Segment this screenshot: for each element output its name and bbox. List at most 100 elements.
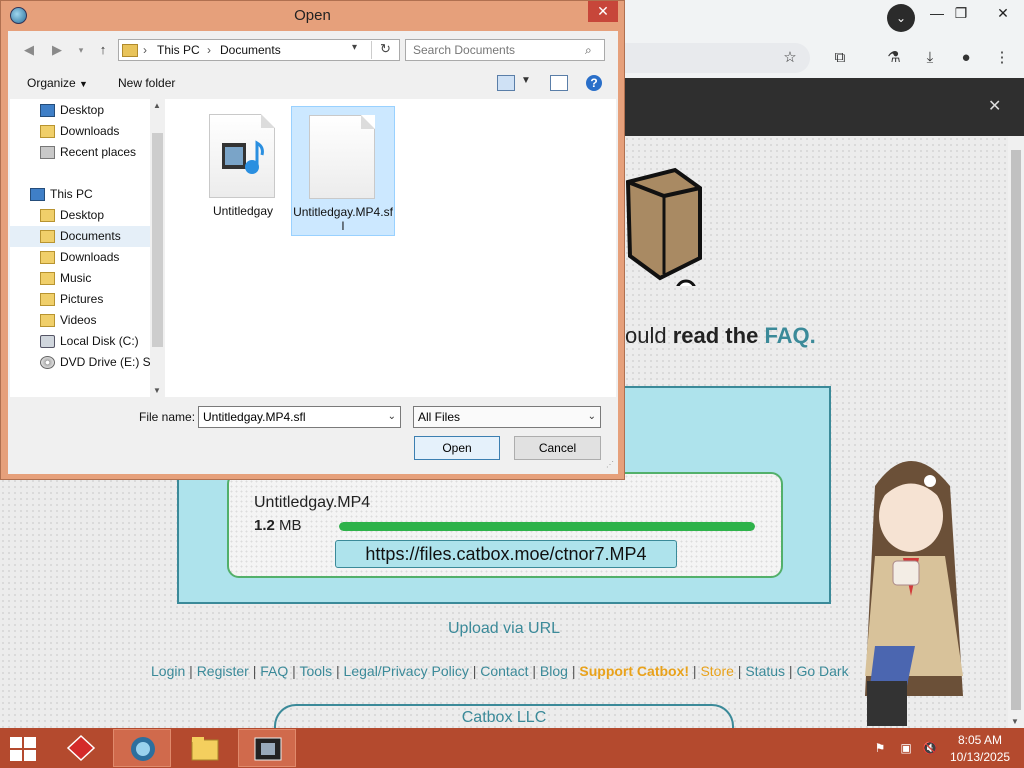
file-item-selected[interactable]: Untitledgay.MP4.sfl <box>291 106 395 236</box>
labs-flask-icon[interactable]: ⚗ <box>883 47 905 69</box>
dialog-footer: File name: Untitledgay.MP4.sfl ⌄ All File… <box>8 397 618 474</box>
forward-arrow-icon[interactable]: ▶ <box>46 40 68 60</box>
link-separator: | <box>468 663 481 679</box>
footer-link[interactable]: Contact <box>480 663 528 679</box>
nav-item[interactable]: Music <box>10 268 150 289</box>
nav-item-label: Recent places <box>60 145 137 159</box>
upload-progress-bar <box>339 522 755 531</box>
page-scrollbar[interactable]: ▼ <box>1008 136 1024 728</box>
footer-link[interactable]: FAQ <box>260 663 288 679</box>
breadcrumb-this-pc[interactable]: This PC <box>157 43 200 57</box>
up-arrow-icon[interactable]: ↑ <box>92 40 114 60</box>
file-name-label: Untitledgay.MP4.sfl <box>293 205 393 233</box>
nav-item[interactable]: Desktop <box>10 100 150 121</box>
window-close-button[interactable]: ✕ <box>988 3 1018 23</box>
search-input[interactable]: Search Documents <box>405 39 605 61</box>
recent-locations-chevron-icon[interactable]: ▾ <box>70 40 92 60</box>
footer-link[interactable]: Login <box>151 663 185 679</box>
scroll-down-arrow-icon[interactable]: ▼ <box>153 386 161 395</box>
taskbar-video-button[interactable] <box>238 729 296 767</box>
new-folder-button[interactable]: New folder <box>118 76 175 90</box>
breadcrumb-separator-icon: › <box>143 43 147 57</box>
file-explorer-icon <box>191 737 219 761</box>
anime-mascot-image <box>865 461 963 726</box>
footer-link[interactable]: Legal/Privacy Policy <box>344 663 469 679</box>
file-name-value: Untitledgay.MP4.sfl <box>203 410 306 424</box>
download-icon[interactable]: ⤓ <box>919 47 941 69</box>
blank-file-icon <box>309 115 375 199</box>
nav-item[interactable]: This PC <box>10 184 150 205</box>
volume-muted-icon[interactable]: 🔇 <box>922 740 938 756</box>
footer-link[interactable]: Tools <box>299 663 332 679</box>
nav-item[interactable]: Downloads <box>10 247 150 268</box>
link-separator: | <box>733 663 746 679</box>
breadcrumb-documents[interactable]: Documents <box>220 43 281 57</box>
nav-item[interactable]: Local Disk (C:) <box>10 331 150 352</box>
clock-time[interactable]: 8:05 AM <box>950 733 1010 747</box>
uploaded-file-url[interactable]: https://files.catbox.moe/ctnor7.MP4 <box>335 540 677 568</box>
cancel-button[interactable]: Cancel <box>514 436 601 460</box>
nav-item[interactable]: Pictures <box>10 289 150 310</box>
address-dropdown-icon[interactable]: ▾ <box>352 42 357 53</box>
footer-link[interactable]: Go Dark <box>796 663 848 679</box>
menu-kebab-icon[interactable]: ⋮ <box>991 47 1013 69</box>
refresh-icon[interactable]: ↻ <box>371 41 399 59</box>
footer-link[interactable]: Support Catbox! <box>579 663 689 679</box>
upload-via-url-link[interactable]: Upload via URL <box>448 620 560 638</box>
computer-icon <box>30 188 45 201</box>
footer-link[interactable]: Store <box>700 663 733 679</box>
navigation-scrollbar[interactable]: ▲ ▼ <box>150 99 164 397</box>
video-app-icon <box>254 737 282 761</box>
scroll-up-arrow-icon[interactable]: ▲ <box>153 101 161 110</box>
chevron-down-icon[interactable]: ⌄ <box>588 407 596 427</box>
start-icon[interactable] <box>8 736 38 762</box>
nav-item[interactable]: Recent places <box>10 142 150 163</box>
file-type-select[interactable]: All Files ⌄ <box>413 406 601 428</box>
organize-menu-button[interactable]: Organize ▼ <box>27 76 88 90</box>
nav-item[interactable]: Videos <box>10 310 150 331</box>
taskbar-explorer-button[interactable] <box>176 729 234 767</box>
breadcrumb-separator-icon: › <box>207 43 211 57</box>
extensions-icon[interactable]: ⧉ <box>829 47 851 69</box>
open-button[interactable]: Open <box>414 436 500 460</box>
clock-date[interactable]: 10/13/2025 <box>950 750 1010 764</box>
file-type-value: All Files <box>418 410 461 424</box>
scroll-down-arrow-icon[interactable]: ▼ <box>1011 717 1019 726</box>
action-center-flag-icon[interactable]: ⚑ <box>872 740 888 756</box>
taskbar-browser-button[interactable] <box>113 729 171 767</box>
preview-pane-icon[interactable] <box>550 75 568 91</box>
tab-search-button[interactable]: ⌄ <box>887 4 915 32</box>
restore-button[interactable]: ❐ <box>946 3 976 23</box>
close-icon[interactable]: ✕ <box>988 96 1001 116</box>
scrollbar-thumb[interactable] <box>1011 150 1021 710</box>
open-file-dialog: Open ✕ ◀ ▶ ▾ ↑ › This PC › Documents ▾ ↻… <box>0 0 625 480</box>
footer-link[interactable]: Status <box>745 663 785 679</box>
chevron-down-icon[interactable]: ⌄ <box>388 407 396 427</box>
bookmark-star-icon[interactable]: ☆ <box>779 47 801 69</box>
file-item[interactable]: Untitledgay <box>192 106 296 236</box>
search-icon[interactable]: ⌕ <box>585 43 612 58</box>
profile-icon[interactable]: ● <box>955 47 977 69</box>
footer-link[interactable]: Blog <box>540 663 568 679</box>
nav-item[interactable]: Downloads <box>10 121 150 142</box>
taskbar-app-button[interactable] <box>52 729 110 767</box>
nav-item[interactable]: Documents <box>10 226 150 247</box>
link-separator: | <box>332 663 344 679</box>
help-icon[interactable]: ? <box>586 75 602 91</box>
dialog-close-button[interactable]: ✕ <box>588 1 618 22</box>
footer-link[interactable]: Register <box>197 663 249 679</box>
nav-item-label: Music <box>60 271 92 285</box>
view-options-dropdown-icon[interactable]: ▼ <box>517 75 535 91</box>
faq-link[interactable]: FAQ. <box>764 323 815 348</box>
change-view-icon[interactable] <box>497 75 515 91</box>
nav-item[interactable]: DVD Drive (E:) So <box>10 352 157 373</box>
back-arrow-icon[interactable]: ◀ <box>18 40 40 60</box>
company-name: Catbox LLC <box>274 704 734 728</box>
resize-grip-icon[interactable]: ⋰ <box>606 460 614 469</box>
link-separator: | <box>785 663 797 679</box>
address-breadcrumb[interactable]: › This PC › Documents ▾ ↻ <box>118 39 400 61</box>
nav-item[interactable]: Desktop <box>10 205 150 226</box>
scrollbar-thumb[interactable] <box>152 133 163 347</box>
network-icon[interactable]: ▣ <box>898 740 914 756</box>
file-name-input[interactable]: Untitledgay.MP4.sfl ⌄ <box>198 406 401 428</box>
